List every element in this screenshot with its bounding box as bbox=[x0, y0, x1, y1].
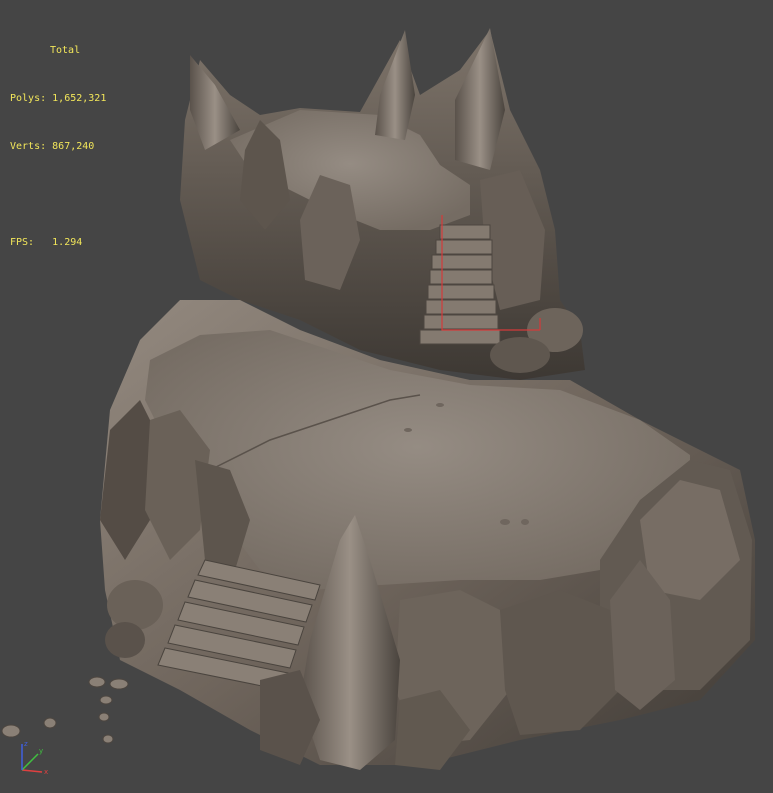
scattered-stones bbox=[1, 676, 129, 744]
rock-plateau-model[interactable] bbox=[0, 0, 773, 793]
svg-text:y: y bbox=[39, 747, 43, 755]
svg-text:x: x bbox=[44, 768, 48, 776]
3d-viewport[interactable]: Total Polys: 1,652,321 Verts: 867,240 FP… bbox=[0, 0, 773, 793]
svg-text:z: z bbox=[24, 740, 28, 748]
main-plateau bbox=[100, 300, 755, 770]
axis-gizmo-icon: x y z bbox=[21, 740, 48, 776]
